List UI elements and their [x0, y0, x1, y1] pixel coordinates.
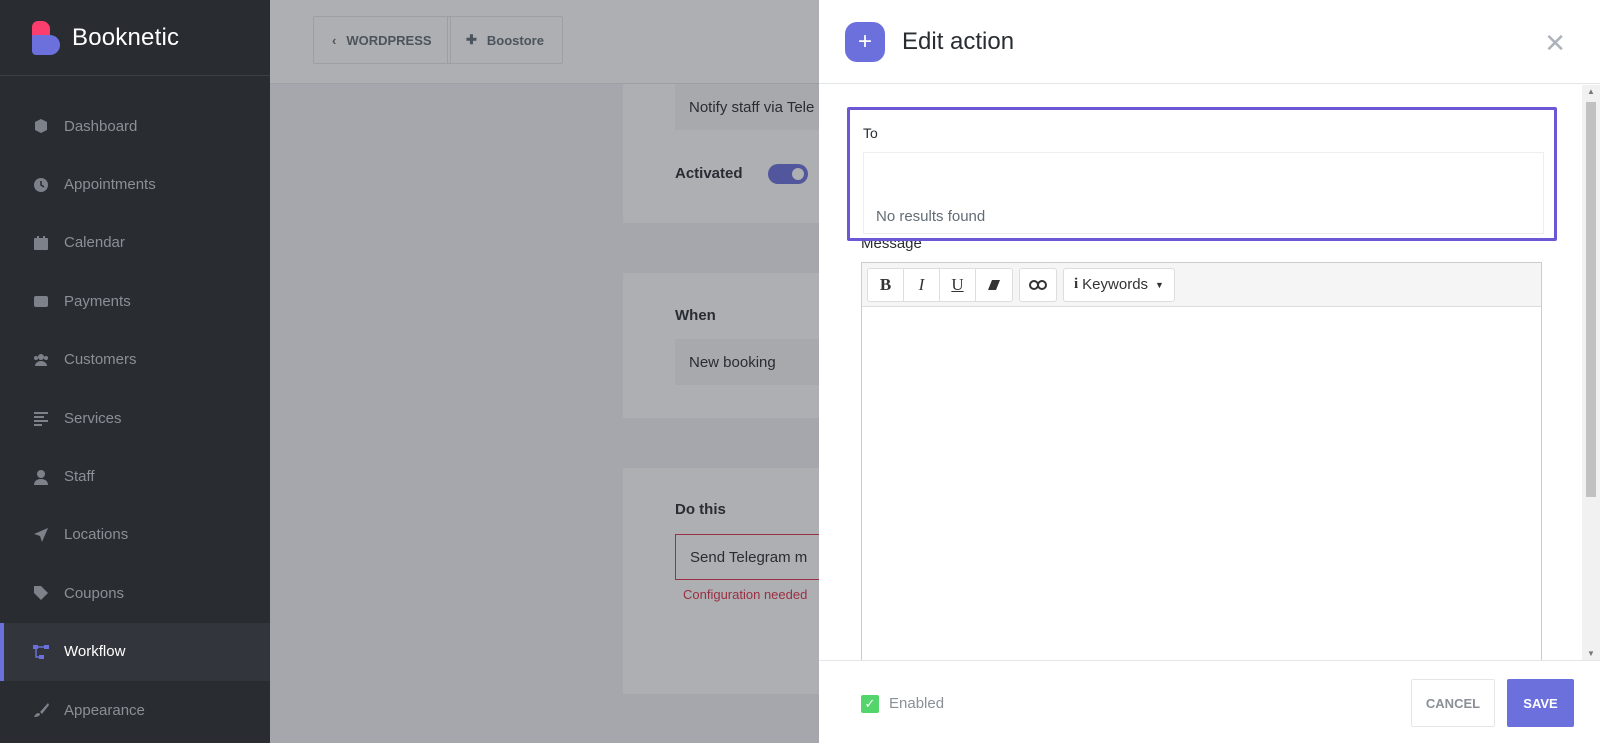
sidebar-item-workflow[interactable]: Workflow — [0, 622, 270, 682]
calendar-icon — [32, 234, 50, 252]
cancel-button[interactable]: CANCEL — [1411, 679, 1495, 727]
cube-icon — [32, 117, 50, 135]
brush-icon — [32, 701, 50, 719]
sidebar-item-label: Payments — [64, 292, 131, 310]
scroll-up-icon[interactable]: ▲ — [1587, 87, 1595, 96]
sidebar-item-label: Workflow — [64, 643, 126, 661]
info-icon: i — [1074, 276, 1079, 292]
panel-footer: ✓ Enabled CANCEL SAVE — [819, 660, 1600, 743]
sidebar-item-payments[interactable]: Payments — [0, 272, 270, 330]
bold-button[interactable]: B — [868, 268, 904, 301]
panel-body: Message B I U i Keywords ▼ To No results… — [819, 85, 1600, 660]
caret-down-icon: ▼ — [1155, 279, 1164, 290]
sidebar-item-label: Appointments — [64, 176, 156, 194]
underline-button[interactable]: U — [940, 268, 976, 301]
plus-icon: + — [845, 21, 885, 62]
users-icon — [32, 351, 50, 369]
sidebar-item-dashboard[interactable]: Dashboard — [0, 97, 270, 155]
to-dropdown-results: No results found — [863, 152, 1544, 234]
booknetic-logo-icon — [32, 20, 60, 55]
no-results-text: No results found — [876, 208, 986, 225]
workflow-icon — [32, 643, 50, 661]
save-button[interactable]: SAVE — [1507, 679, 1574, 727]
keywords-dropdown[interactable]: i Keywords ▼ — [1064, 269, 1174, 301]
keywords-label: Keywords — [1082, 276, 1149, 293]
eraser-icon[interactable] — [976, 269, 1012, 301]
link-icon[interactable] — [1020, 269, 1056, 301]
keywords-button-group: i Keywords ▼ — [1063, 267, 1175, 302]
scroll-down-icon[interactable]: ▼ — [1587, 649, 1595, 658]
enabled-checkbox[interactable]: ✓ — [861, 695, 879, 713]
sidebar-item-label: Staff — [64, 468, 95, 486]
editor-toolbar: B I U i Keywords ▼ — [862, 263, 1541, 307]
sidebar-item-services[interactable]: Services — [0, 389, 270, 447]
sidebar-item-staff[interactable]: Staff — [0, 447, 270, 505]
sidebar-item-customers[interactable]: Customers — [0, 331, 270, 389]
user-icon — [32, 468, 50, 486]
tag-icon — [32, 584, 50, 602]
list-icon — [32, 409, 50, 427]
clock-icon — [32, 176, 50, 194]
scrollbar-thumb[interactable] — [1586, 102, 1596, 497]
brand-name: Booknetic — [72, 23, 180, 51]
message-editor[interactable]: B I U i Keywords ▼ — [861, 262, 1542, 660]
brand[interactable]: Booknetic — [0, 0, 270, 76]
italic-button[interactable]: I — [904, 268, 940, 301]
sidebar-item-calendar[interactable]: Calendar — [0, 214, 270, 272]
location-arrow-icon — [32, 526, 50, 544]
panel-scrollbar[interactable]: ▲ ▼ — [1582, 85, 1600, 660]
edit-action-panel: + Edit action ✕ Message B I U i Keywords… — [819, 0, 1600, 743]
modal-backdrop[interactable] — [270, 0, 819, 743]
link-button-group — [1019, 267, 1057, 302]
panel-title: Edit action — [902, 27, 1015, 55]
panel-header: + Edit action ✕ — [819, 0, 1600, 84]
format-button-group: B I U — [867, 267, 1013, 302]
sidebar-item-coupons[interactable]: Coupons — [0, 564, 270, 622]
sidebar-item-label: Coupons — [64, 584, 125, 602]
sidebar: Booknetic Dashboard Appointments Calenda… — [0, 0, 270, 743]
sidebar-nav: Dashboard Appointments Calendar Payments… — [0, 76, 270, 739]
sidebar-item-label: Appearance — [64, 701, 145, 719]
sidebar-item-label: Locations — [64, 526, 129, 544]
sidebar-item-label: Services — [64, 409, 122, 427]
sidebar-item-appearance[interactable]: Appearance — [0, 681, 270, 739]
sidebar-item-label: Customers — [64, 351, 137, 369]
enabled-label: Enabled — [889, 695, 945, 712]
close-icon[interactable]: ✕ — [1544, 28, 1566, 59]
wallet-icon — [32, 292, 50, 310]
sidebar-item-appointments[interactable]: Appointments — [0, 155, 270, 213]
sidebar-item-label: Dashboard — [64, 117, 138, 135]
to-select[interactable]: To No results found — [847, 107, 1557, 241]
sidebar-item-locations[interactable]: Locations — [0, 506, 270, 564]
to-label: To — [863, 125, 878, 141]
sidebar-item-label: Calendar — [64, 234, 125, 252]
